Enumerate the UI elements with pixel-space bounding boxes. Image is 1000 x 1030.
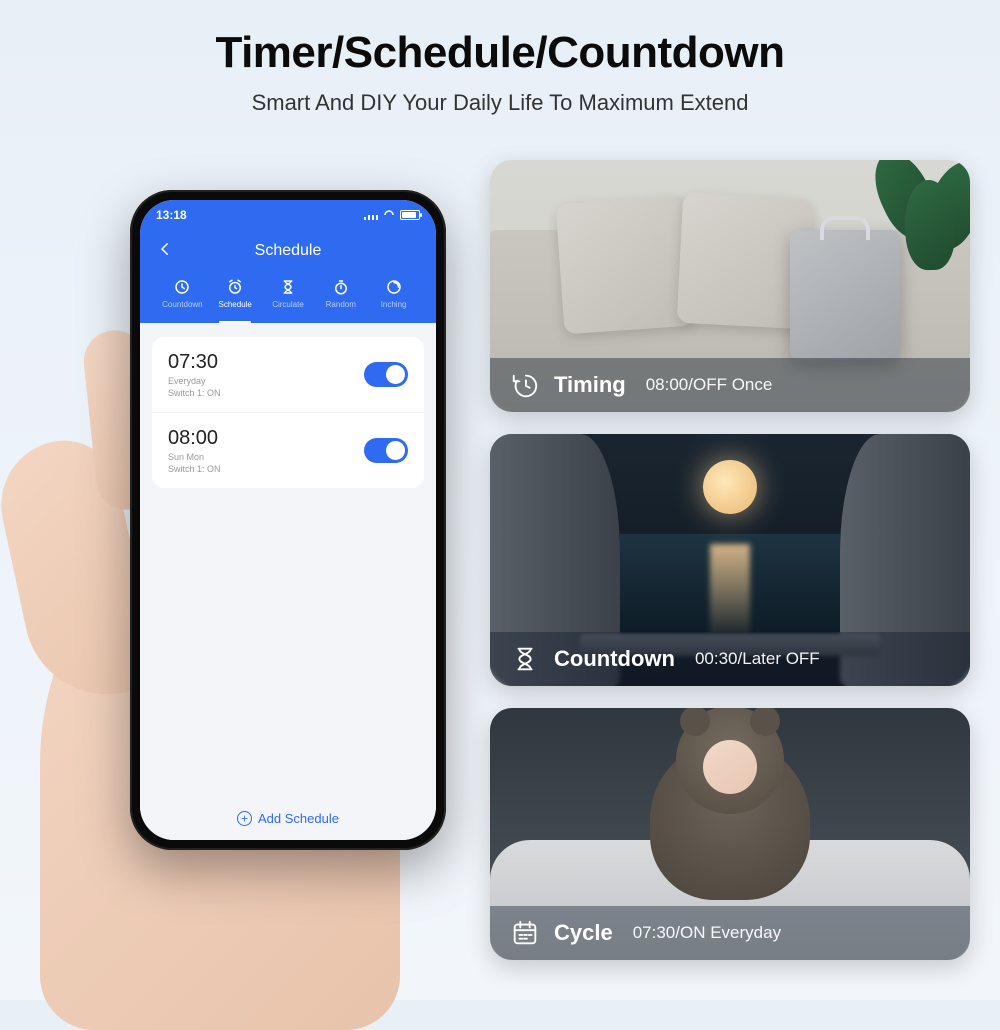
timing-history-icon — [510, 370, 540, 400]
tab-label: Inching — [381, 300, 407, 309]
tab-random[interactable]: Random — [314, 278, 367, 309]
phone-frame: 13:18 Schedule — [130, 190, 446, 850]
tile-countdown-detail: 00:30/Later OFF — [695, 649, 820, 669]
schedule-row[interactable]: 08:00 Sun Mon Switch 1: ON — [152, 413, 424, 488]
tile-timing-label: Timing — [554, 372, 626, 398]
plus-circle-icon — [237, 811, 252, 826]
clock-icon — [173, 278, 191, 296]
battery-icon — [400, 210, 420, 220]
schedule-time: 08:00 — [168, 427, 221, 450]
schedule-time: 07:30 — [168, 351, 221, 374]
tab-label: Countdown — [162, 300, 202, 309]
schedule-toggle[interactable] — [364, 362, 408, 387]
tab-circulate[interactable]: Circulate — [262, 278, 315, 309]
tile-cycle-detail: 07:30/ON Everyday — [633, 923, 781, 943]
schedule-toggle[interactable] — [364, 438, 408, 463]
signal-icon — [364, 210, 378, 220]
stopwatch-icon — [332, 278, 350, 296]
app-header: Schedule Countdown — [140, 230, 436, 323]
phone-screen: 13:18 Schedule — [140, 200, 436, 840]
hourglass-icon — [279, 278, 297, 296]
baby-illustration — [630, 708, 830, 900]
schedule-switch: Switch 1: ON — [168, 464, 221, 474]
chevron-left-icon — [156, 240, 174, 258]
schedule-row[interactable]: 07:30 Everyday Switch 1: ON — [152, 337, 424, 413]
wifi-icon — [382, 208, 396, 222]
page-title: Timer/Schedule/Countdown — [0, 28, 1000, 78]
tile-countdown-label: Countdown — [554, 646, 675, 672]
page-subtitle: Smart And DIY Your Daily Life To Maximum… — [0, 90, 1000, 116]
schedule-list: 07:30 Everyday Switch 1: ON 08:00 Sun Mo… — [140, 323, 436, 840]
header-title: Schedule — [255, 242, 322, 260]
schedule-days: Everyday — [168, 376, 221, 386]
hourglass-icon — [510, 644, 540, 674]
tab-inching[interactable]: Inching — [367, 278, 420, 309]
moon-illustration — [703, 460, 757, 514]
inching-icon — [385, 278, 403, 296]
schedule-switch: Switch 1: ON — [168, 388, 221, 398]
schedule-days: Sun Mon — [168, 452, 221, 462]
tab-label: Random — [326, 300, 356, 309]
tile-cycle: Cycle 07:30/ON Everyday — [490, 708, 970, 960]
tab-countdown[interactable]: Countdown — [156, 278, 209, 309]
tab-label: Schedule — [219, 300, 252, 309]
tab-label: Circulate — [272, 300, 304, 309]
tab-schedule[interactable]: Schedule — [209, 278, 262, 309]
add-schedule-button[interactable]: Add Schedule — [140, 811, 436, 826]
tile-cycle-label: Cycle — [554, 920, 613, 946]
back-button[interactable] — [156, 240, 174, 262]
plant-illustration — [860, 160, 970, 270]
alarm-icon — [226, 278, 244, 296]
tile-timing: Timing 08:00/OFF Once — [490, 160, 970, 412]
hand-holding-phone: 13:18 Schedule — [30, 160, 470, 970]
tile-timing-detail: 08:00/OFF Once — [646, 375, 773, 395]
tile-countdown: Countdown 00:30/Later OFF — [490, 434, 970, 686]
status-bar: 13:18 — [140, 200, 436, 230]
calendar-icon — [510, 918, 540, 948]
add-schedule-label: Add Schedule — [258, 811, 339, 826]
status-time: 13:18 — [156, 208, 187, 222]
